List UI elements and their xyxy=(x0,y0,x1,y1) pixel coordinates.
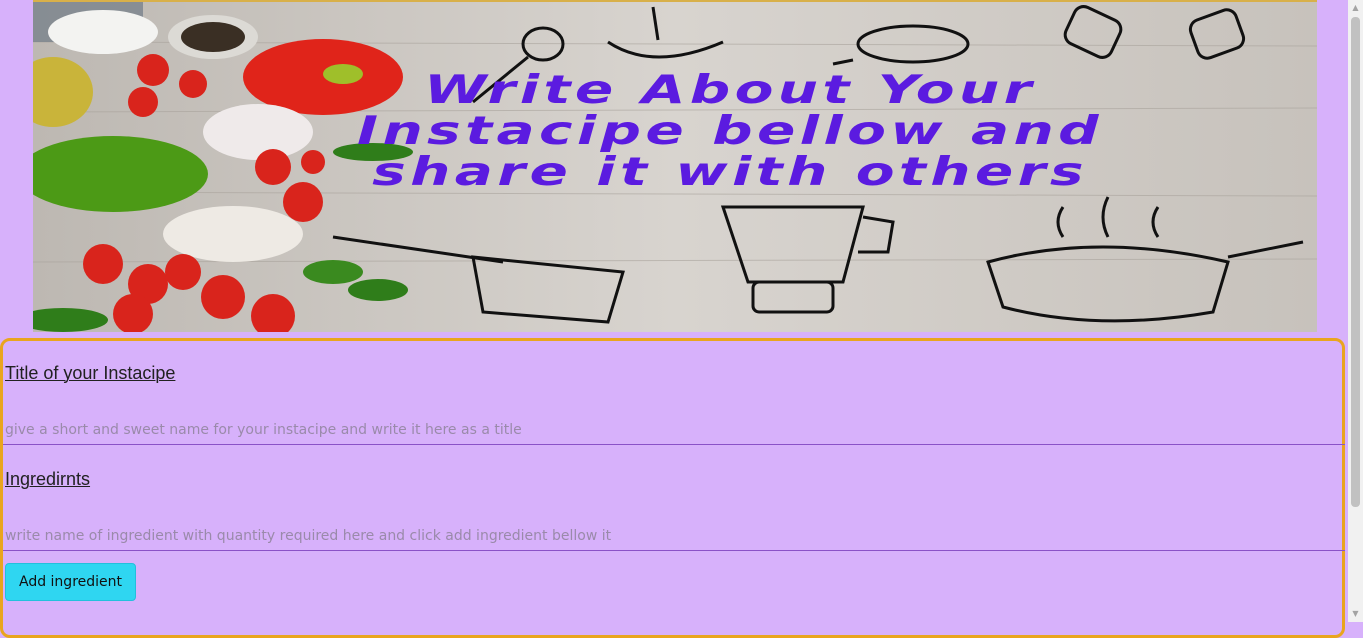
banner-line-2: Instacipe bellow and xyxy=(357,109,1103,154)
ingredient-input[interactable] xyxy=(3,521,1345,551)
banner-heading: Write About Your Instacipe bellow and sh… xyxy=(33,70,1317,193)
scroll-down-arrow-icon[interactable]: ▼ xyxy=(1348,606,1363,622)
title-label: Title of your Instacipe xyxy=(5,363,176,383)
page-scrollbar[interactable]: ▲ ▼ xyxy=(1348,0,1363,622)
ingredients-label: Ingredirnts xyxy=(5,469,91,489)
title-input[interactable] xyxy=(3,415,1345,445)
banner-line-1: Write About Your xyxy=(424,68,1036,113)
add-ingredient-button[interactable]: Add ingredient xyxy=(5,563,136,601)
banner-image: Write About Your Instacipe bellow and sh… xyxy=(33,0,1317,332)
recipe-form: Title of your Instacipe Ingredirnts Add … xyxy=(0,338,1345,638)
banner-line-3: share it with others xyxy=(372,150,1088,195)
scrollbar-thumb[interactable] xyxy=(1351,17,1360,507)
scroll-up-arrow-icon[interactable]: ▲ xyxy=(1348,0,1363,16)
